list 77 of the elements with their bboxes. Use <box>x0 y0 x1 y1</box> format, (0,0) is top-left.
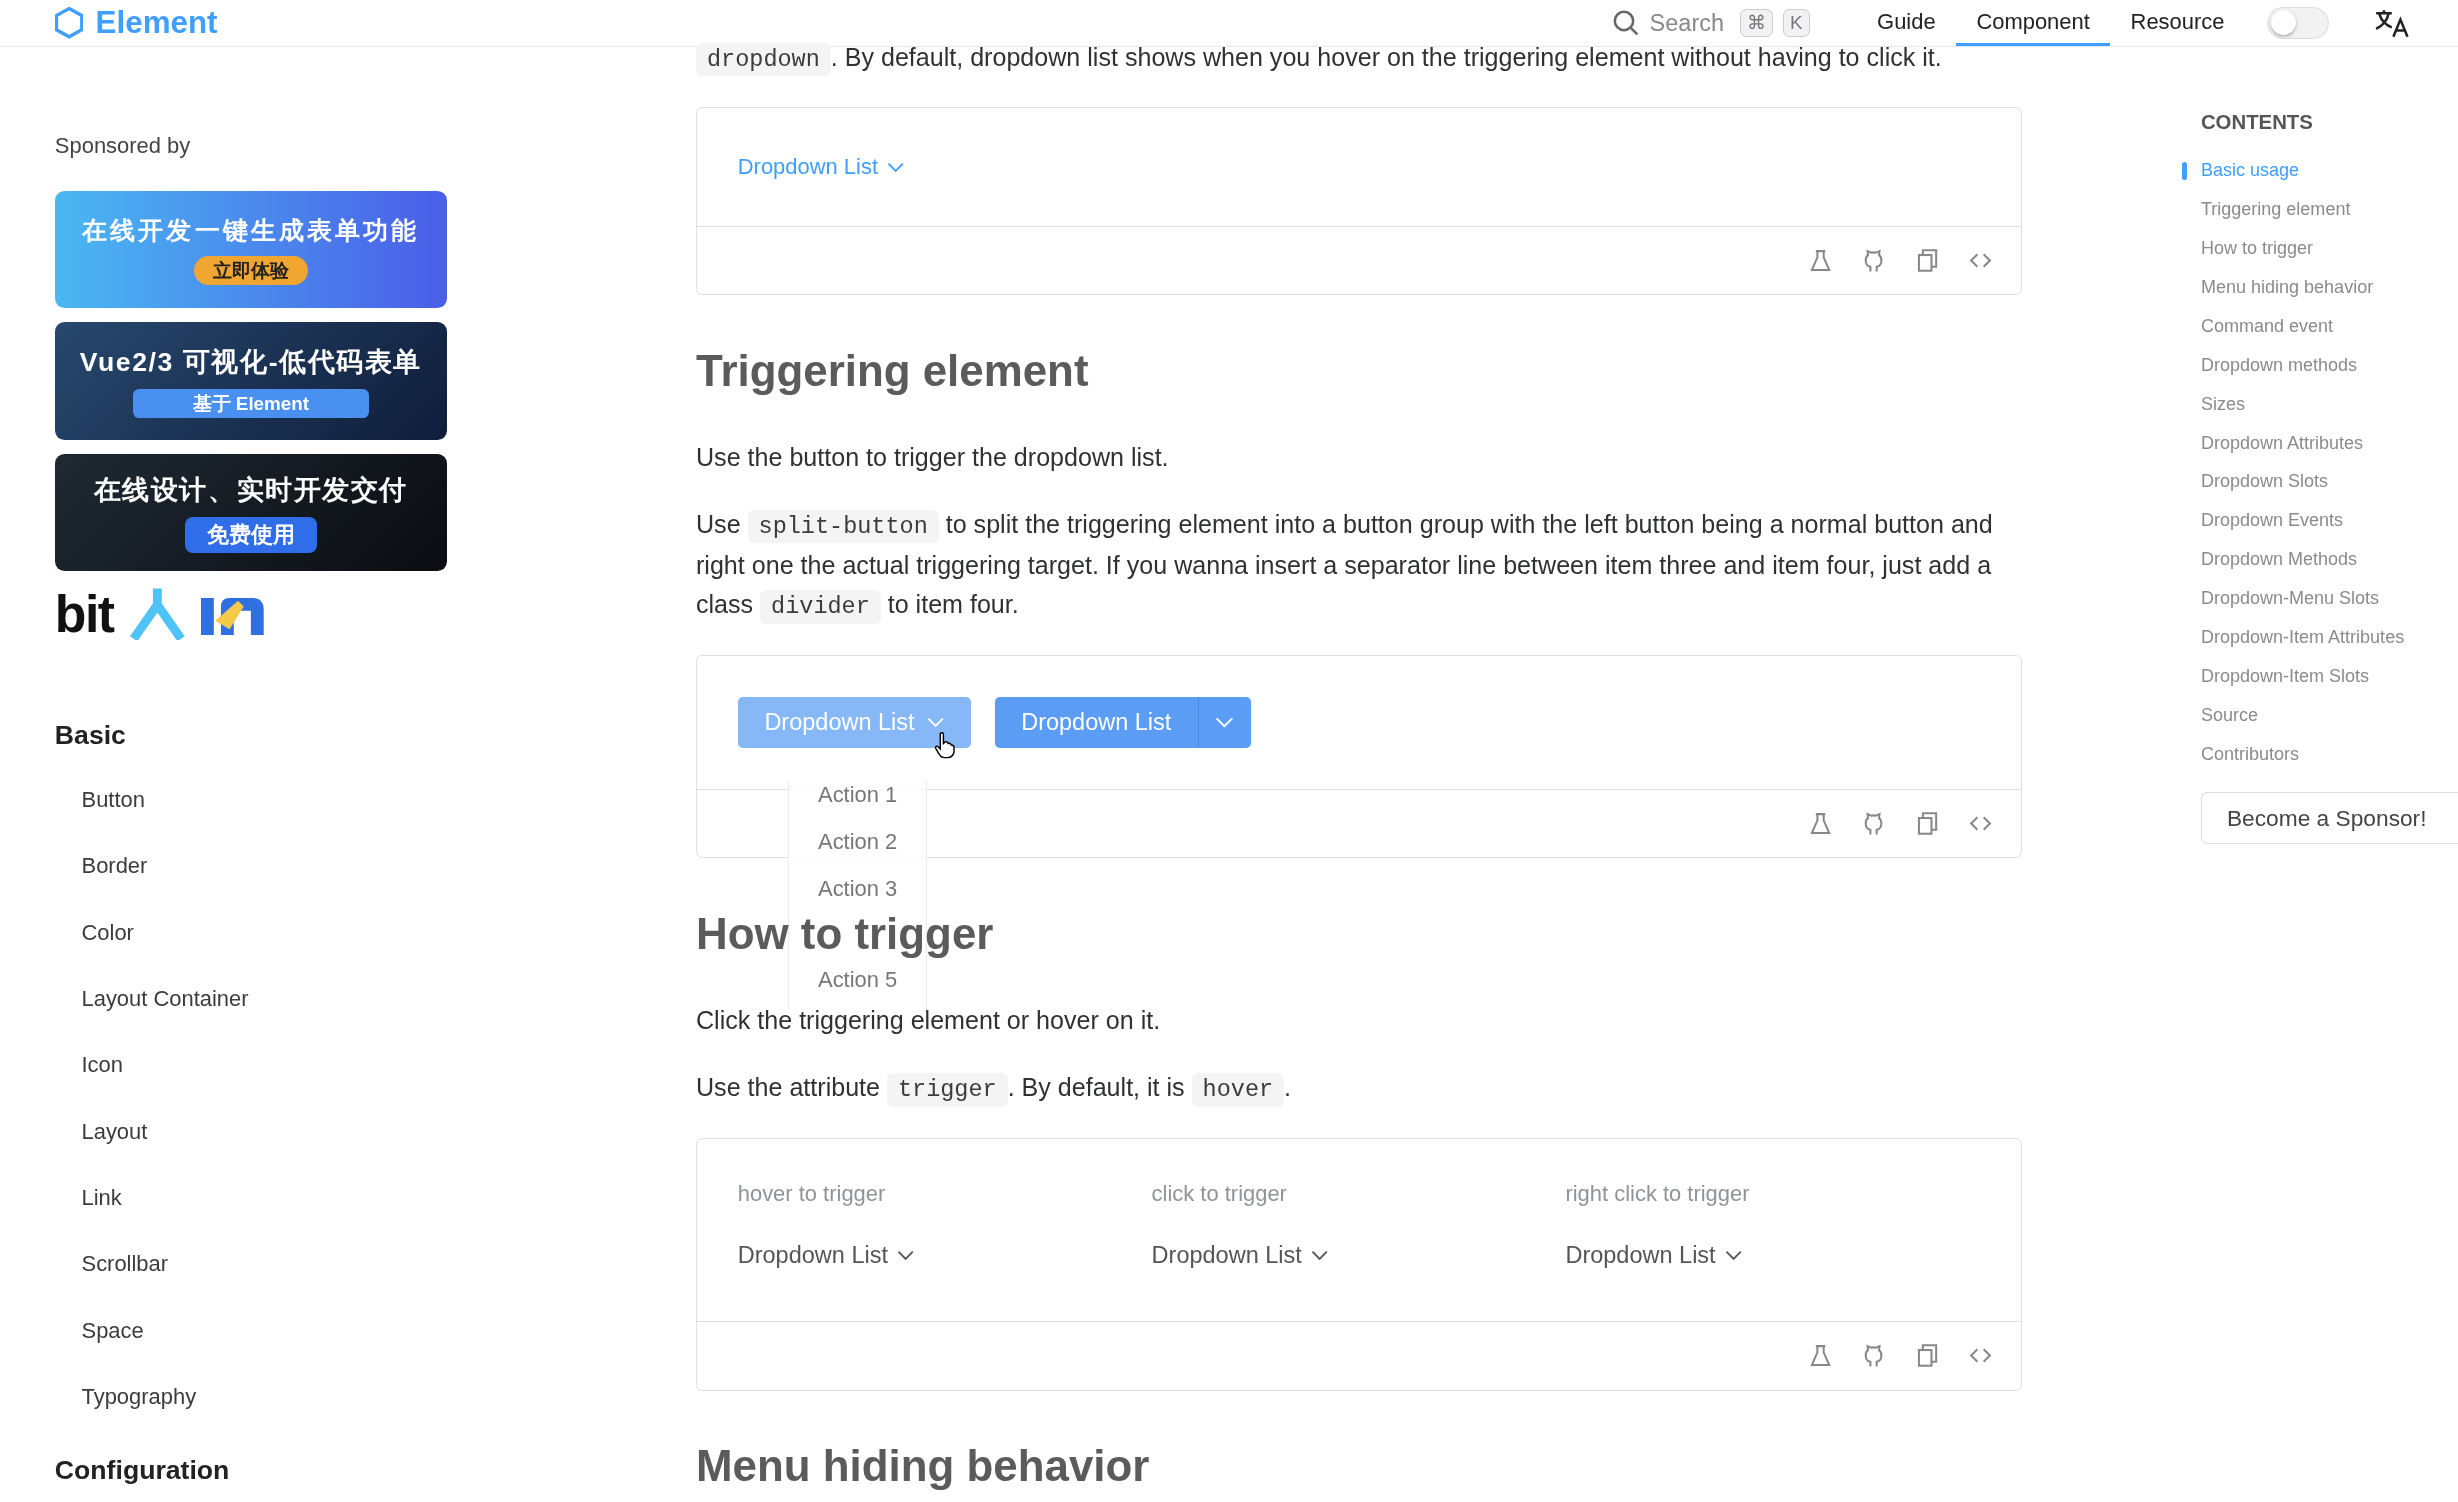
sidebar-item[interactable]: Scrollbar <box>54 1231 696 1298</box>
active-indicator <box>2182 162 2187 180</box>
pointer-cursor-icon <box>933 731 956 760</box>
demo-label: hover to trigger <box>737 1181 887 1208</box>
contents-link[interactable]: How to trigger <box>2200 236 2314 262</box>
sidebar-item[interactable]: Border <box>54 833 696 900</box>
dropdown-trigger[interactable]: Dropdown List <box>1151 1241 1566 1269</box>
demo-label: right click to trigger <box>1565 1181 1751 1208</box>
contents-link[interactable]: Contributors <box>2200 741 2300 767</box>
contents-link[interactable]: Triggering element <box>2200 197 2351 223</box>
sidebar-item[interactable]: Button <box>54 767 696 834</box>
contents-heading: CONTENTS <box>2200 111 2314 135</box>
ad-badge: 基于 Element <box>133 389 369 419</box>
contents-link[interactable]: Menu hiding behavior <box>2200 275 2374 301</box>
ad-title: 在线设计、实时开发交付 <box>93 473 408 507</box>
theme-switch[interactable] <box>2266 7 2330 39</box>
section-heading: How to trigger <box>696 910 994 958</box>
paragraph: Use the attribute trigger . By default, it is hover . <box>696 1068 2023 1110</box>
ad-badge: 免费使用 <box>184 517 317 554</box>
chevron-down-icon <box>887 160 905 174</box>
contents-link[interactable]: Command event <box>2200 313 2334 339</box>
sidebar-item[interactable]: Layout <box>54 1098 696 1165</box>
contents-link[interactable]: Dropdown-Item Attributes <box>2200 624 2405 650</box>
ad-badge: 立即体验 <box>194 255 308 286</box>
contents-link[interactable]: Dropdown Events <box>2200 508 2344 534</box>
sponsor-logo[interactable]: bit <box>54 583 114 644</box>
nav-link[interactable]: Component <box>1956 0 2111 46</box>
chevron-down-icon <box>1215 716 1235 729</box>
contents-link[interactable]: Source <box>2200 702 2258 728</box>
nav-link[interactable]: Resource <box>2110 0 2245 46</box>
ad-title: Vue2/3 可视化-低代码表单 <box>79 345 422 379</box>
sidebar-item[interactable]: Typography <box>54 1363 696 1431</box>
translate-icon[interactable] <box>2373 7 2411 39</box>
dropdown-trigger[interactable]: Dropdown List <box>737 153 905 180</box>
sidebar-item[interactable]: Icon <box>54 1032 696 1099</box>
ad-banner[interactable]: 在线开发一键生成表单功能 立即体验 <box>54 190 447 309</box>
nav-group-title: Configuration <box>54 1455 231 1487</box>
contents-link[interactable]: Sizes <box>2200 391 2245 417</box>
menu-item[interactable]: Action 2 <box>818 828 898 857</box>
contents-link[interactable]: Dropdown Attributes <box>2200 430 2364 456</box>
ad-title: 在线开发一键生成表单功能 <box>82 214 420 246</box>
chevron-down-icon <box>927 716 945 729</box>
chevron-down-icon <box>1725 1248 1743 1262</box>
sidebar-item[interactable]: Link <box>54 1164 696 1232</box>
dropdown-arrow-button[interactable] <box>1199 696 1251 749</box>
contents-link[interactable]: Dropdown-Menu Slots <box>2200 586 2380 612</box>
search-button[interactable]: Search ⌘ K <box>1612 8 1810 38</box>
paragraph: Use split-button to split the triggering element into a button group with the left button being a normal button and right one the actual triggering target. If you wanna insert a separator line between item three and item four, just add a class divider to item four. <box>696 505 2023 627</box>
paragraph: Click the triggering element or hover on it. <box>696 1005 1162 1037</box>
nav-group-title: Basic <box>54 720 127 752</box>
sponsor-heading: Sponsored by <box>54 133 192 160</box>
chevron-down-icon <box>897 1248 915 1262</box>
ad-banner[interactable]: 在线设计、实时开发交付 免费使用 <box>54 453 447 572</box>
contents-link[interactable]: Dropdown-Item Slots <box>2200 663 2370 689</box>
paragraph: Use the button to trigger the dropdown list. <box>696 441 1170 473</box>
section-heading: Menu hiding behavior <box>696 1442 1150 1490</box>
menu-item[interactable]: Action 1 <box>818 781 898 810</box>
dropdown-trigger[interactable]: Dropdown List <box>1565 1241 1980 1269</box>
section-heading: Triggering element <box>696 346 1089 394</box>
chevron-down-icon <box>1311 1248 1329 1262</box>
split-button[interactable]: Dropdown List <box>994 696 1199 749</box>
sidebar-item[interactable]: Space <box>54 1297 696 1364</box>
site-logo[interactable]: Element <box>54 5 218 41</box>
contents-link[interactable]: Basic usage <box>2200 158 2300 184</box>
menu-item[interactable]: Action 3 <box>818 875 898 904</box>
hexagon-logo-icon <box>54 7 84 39</box>
sponsor-button[interactable]: Become a Sponsor! <box>2200 792 2458 845</box>
contents-link[interactable]: Dropdown Slots <box>2200 469 2329 495</box>
contents-link[interactable]: Dropdown methods <box>2200 352 2358 378</box>
demo-label: click to trigger <box>1151 1181 1288 1208</box>
search-icon <box>1612 8 1641 38</box>
ad-banner[interactable]: Vue2/3 可视化-低代码表单 基于 Element <box>54 322 447 440</box>
menu-item[interactable]: Action 5 <box>818 966 898 995</box>
sidebar-item[interactable]: Layout Container <box>54 965 696 1033</box>
contents-link[interactable]: Dropdown Methods <box>2200 547 2358 573</box>
sidebar-item[interactable]: Color <box>54 899 696 966</box>
dropdown-trigger[interactable]: Dropdown List <box>737 1241 1152 1269</box>
